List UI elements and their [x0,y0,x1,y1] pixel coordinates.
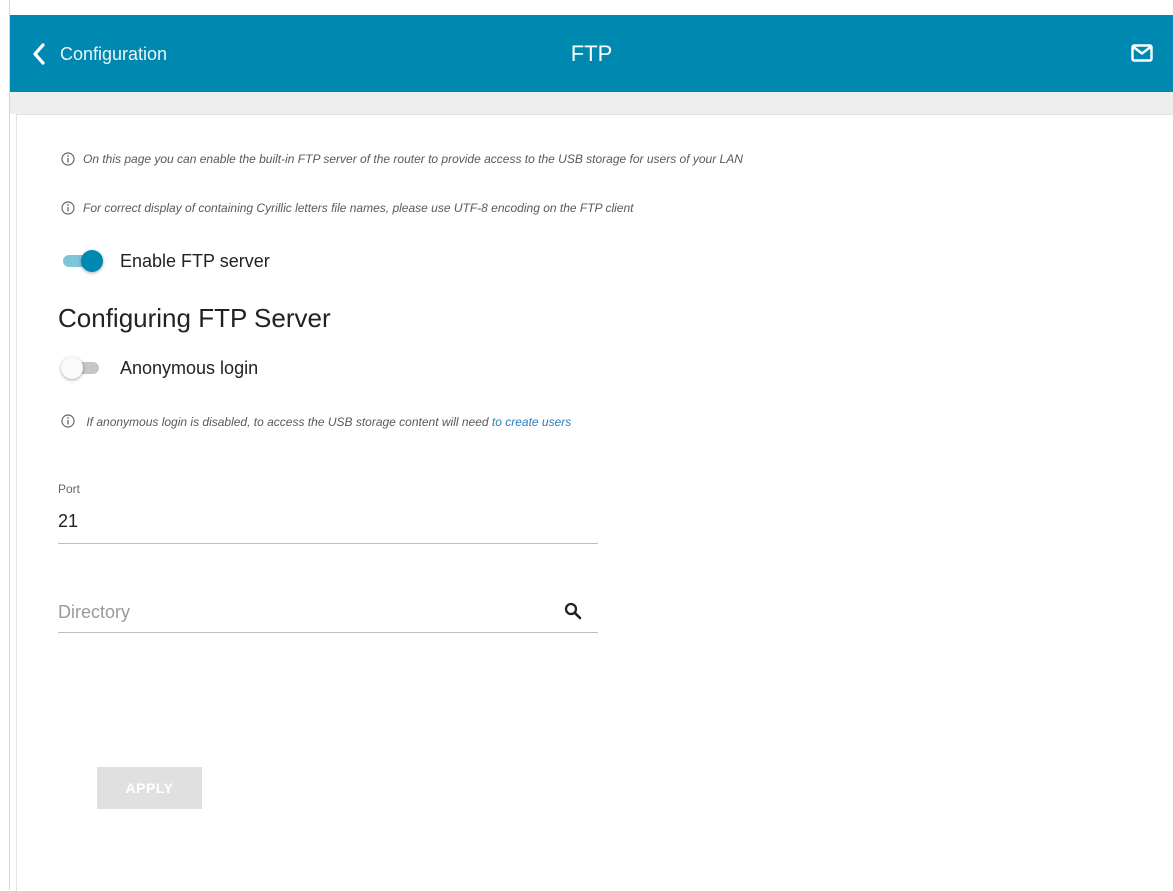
toggle-knob [61,357,83,379]
port-field[interactable]: 21 [58,505,598,544]
port-label: Port [58,482,81,496]
enable-ftp-label: Enable FTP server [120,250,270,271]
apply-button[interactable]: APPLY [97,767,202,809]
enable-ftp-row: Enable FTP server [61,250,270,272]
back-label: Configuration [60,43,168,64]
header-spacer [10,92,1173,114]
create-users-link[interactable]: to create users [492,415,571,429]
header-bar: Configuration FTP [10,15,1173,92]
directory-input[interactable] [58,598,538,626]
info-note-anonymous: If anonymous login is disabled, to acces… [61,411,601,434]
search-icon[interactable] [564,602,582,625]
info-icon [61,201,75,215]
info-text-encoding: For correct display of containing Cyrill… [83,201,634,215]
info-note-encoding: For correct display of containing Cyrill… [61,201,633,215]
anonymous-login-row: Anonymous login [61,357,258,379]
info-text-ftp: On this page you can enable the built-in… [83,152,743,166]
page-title: FTP [570,41,613,66]
anonymous-login-label: Anonymous login [120,357,259,378]
info-note-ftp: On this page you can enable the built-in… [61,152,743,166]
page: Configuration FTP On this page you can e… [0,0,1173,891]
anonymous-login-toggle[interactable] [61,357,105,379]
left-border [0,0,10,890]
section-title: Configuring FTP Server [58,303,331,333]
toggle-knob [81,250,103,272]
directory-field [58,592,598,633]
enable-ftp-toggle[interactable] [61,250,105,272]
port-value[interactable]: 21 [58,511,78,532]
back-button[interactable]: Configuration [32,39,167,69]
mail-icon[interactable] [1131,43,1153,68]
info-text-anonymous: If anonymous login is disabled, to acces… [86,415,492,429]
info-icon [61,152,75,166]
chevron-left-icon [32,43,46,65]
info-icon [61,413,75,428]
